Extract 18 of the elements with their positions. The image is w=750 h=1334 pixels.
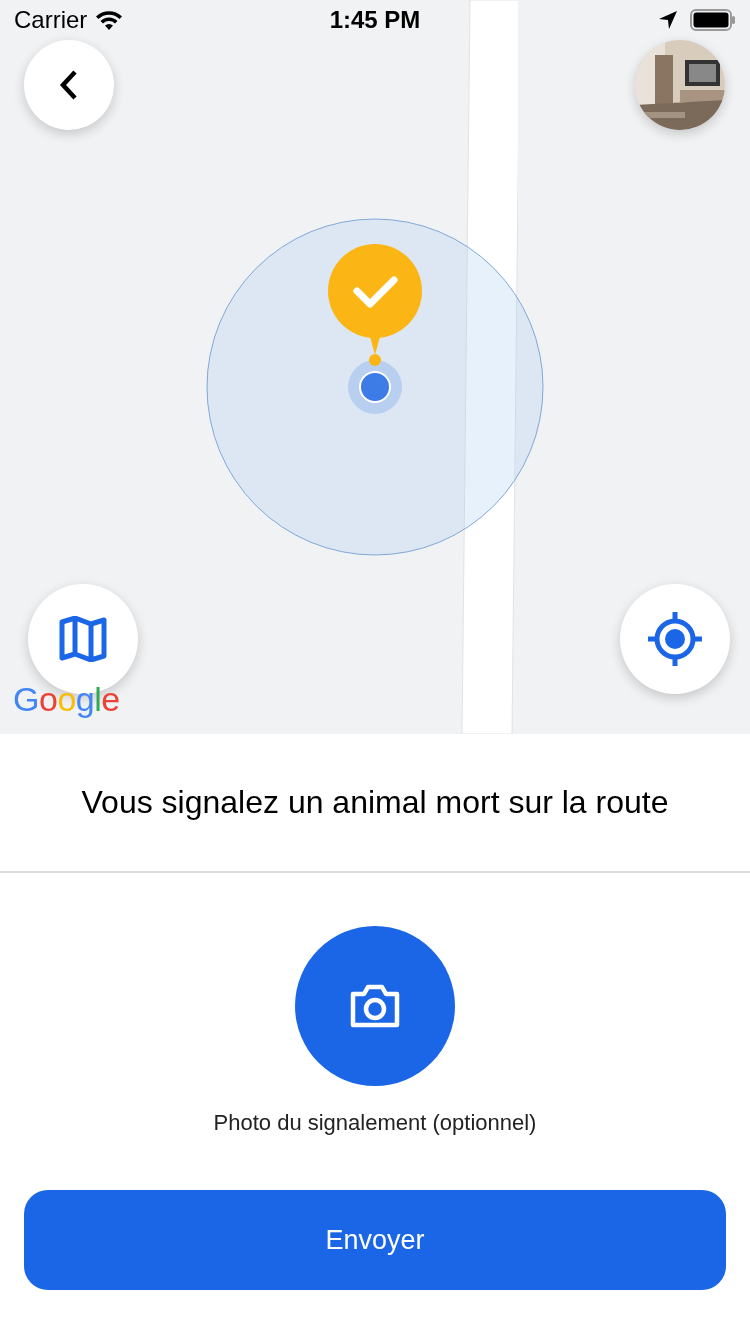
submit-button[interactable]: Envoyer <box>24 1190 726 1290</box>
camera-icon <box>349 984 401 1028</box>
chevron-left-icon <box>59 69 79 101</box>
carrier-name: Carrier <box>14 6 88 34</box>
crosshair-icon <box>646 610 704 668</box>
back-button[interactable] <box>24 40 114 130</box>
wifi-icon <box>95 9 124 31</box>
photo-caption: Photo du signalement (optionnel) <box>213 1110 537 1136</box>
location-arrow-icon <box>658 10 678 30</box>
clock-time: 1:45 PM <box>329 6 421 34</box>
battery-icon <box>690 9 736 31</box>
my-location-button[interactable] <box>620 584 730 694</box>
check-marker-icon <box>327 243 423 367</box>
report-title: Vous signalez un animal mort sur la route <box>81 784 669 821</box>
google-logo: Google <box>13 680 120 719</box>
location-dot <box>347 359 403 415</box>
map-icon <box>59 616 107 662</box>
map[interactable]: Carrier 1:45 PM Google <box>0 0 750 734</box>
